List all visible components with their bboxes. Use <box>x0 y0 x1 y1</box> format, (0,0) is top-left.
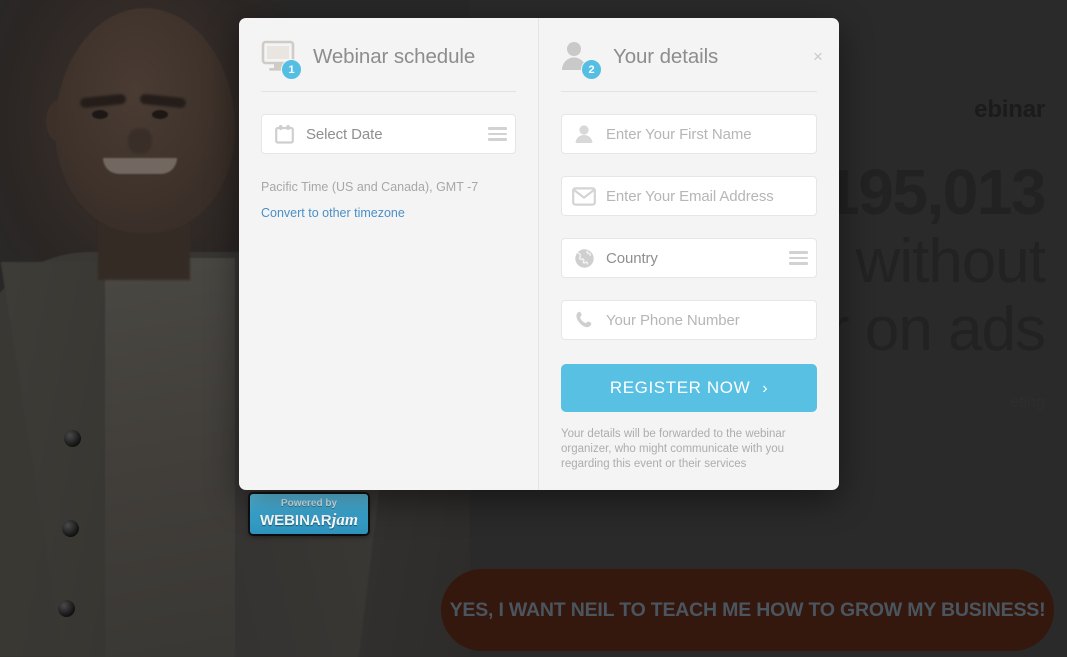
webinar-schedule-column: 1 Webinar schedule Select Date Pacific T… <box>239 18 538 490</box>
first-name-placeholder: Enter Your First Name <box>606 125 752 143</box>
hamburger-icon[interactable] <box>479 127 515 141</box>
chevron-right-icon: › <box>762 380 769 397</box>
calendar-icon <box>262 124 306 144</box>
register-now-button[interactable]: REGISTER NOW › <box>561 364 817 412</box>
page-backdrop: ebinar e 195,013 without r on ads eting … <box>0 0 1067 657</box>
globe-icon <box>562 248 606 269</box>
phone-field[interactable]: Your Phone Number <box>561 300 817 340</box>
badge-brand-label: WEBINARjam <box>250 510 368 530</box>
step-badge-2: 2 <box>581 59 602 80</box>
country-value: Country <box>606 249 658 267</box>
person-icon <box>562 124 606 144</box>
step-badge-1: 1 <box>281 59 302 80</box>
webinar-schedule-header: 1 Webinar schedule <box>261 34 516 92</box>
timezone-block: Pacific Time (US and Canada), GMT -7 Con… <box>261 180 516 222</box>
country-field[interactable]: Country <box>561 238 817 278</box>
powered-by-webinarjam-badge[interactable]: Powered by WEBINARjam <box>250 494 368 534</box>
email-placeholder: Enter Your Email Address <box>606 187 774 205</box>
grow-my-business-cta-button[interactable]: YES, I WANT NEIL TO TEACH ME HOW TO GROW… <box>441 569 1054 651</box>
select-date-value: Select Date <box>306 125 383 143</box>
your-details-title: Your details <box>613 45 719 68</box>
phone-placeholder: Your Phone Number <box>606 311 740 329</box>
person-icon: 2 <box>561 40 603 80</box>
envelope-icon <box>562 186 606 206</box>
hamburger-icon[interactable] <box>780 251 816 265</box>
email-field[interactable]: Enter Your Email Address <box>561 176 817 216</box>
your-details-column: 2 Your details Enter Your First Name Ent… <box>538 18 839 490</box>
your-details-header: 2 Your details <box>561 34 817 92</box>
register-now-label: REGISTER NOW <box>609 378 751 397</box>
webinar-schedule-title: Webinar schedule <box>313 45 476 68</box>
phone-icon <box>562 310 606 330</box>
registration-disclaimer: Your details will be forwarded to the we… <box>561 428 786 470</box>
hero-headline-line-3: r on ads <box>828 295 1046 364</box>
badge-powered-by-label: Powered by <box>280 498 338 509</box>
timezone-text: Pacific Time (US and Canada), GMT -7 <box>261 180 479 194</box>
hero-headline-line-2: without <box>855 227 1046 296</box>
first-name-field[interactable]: Enter Your First Name <box>561 114 817 154</box>
convert-timezone-link[interactable]: Convert to other timezone <box>261 206 405 220</box>
badge-brand-jam: jam <box>331 510 359 529</box>
badge-brand-webinar: WEBINAR <box>259 512 332 529</box>
select-date-field[interactable]: Select Date <box>261 114 516 154</box>
webinar-registration-modal: × 1 Webinar schedule Select Date Pacific… <box>239 18 839 490</box>
monitor-icon: 1 <box>261 40 303 80</box>
